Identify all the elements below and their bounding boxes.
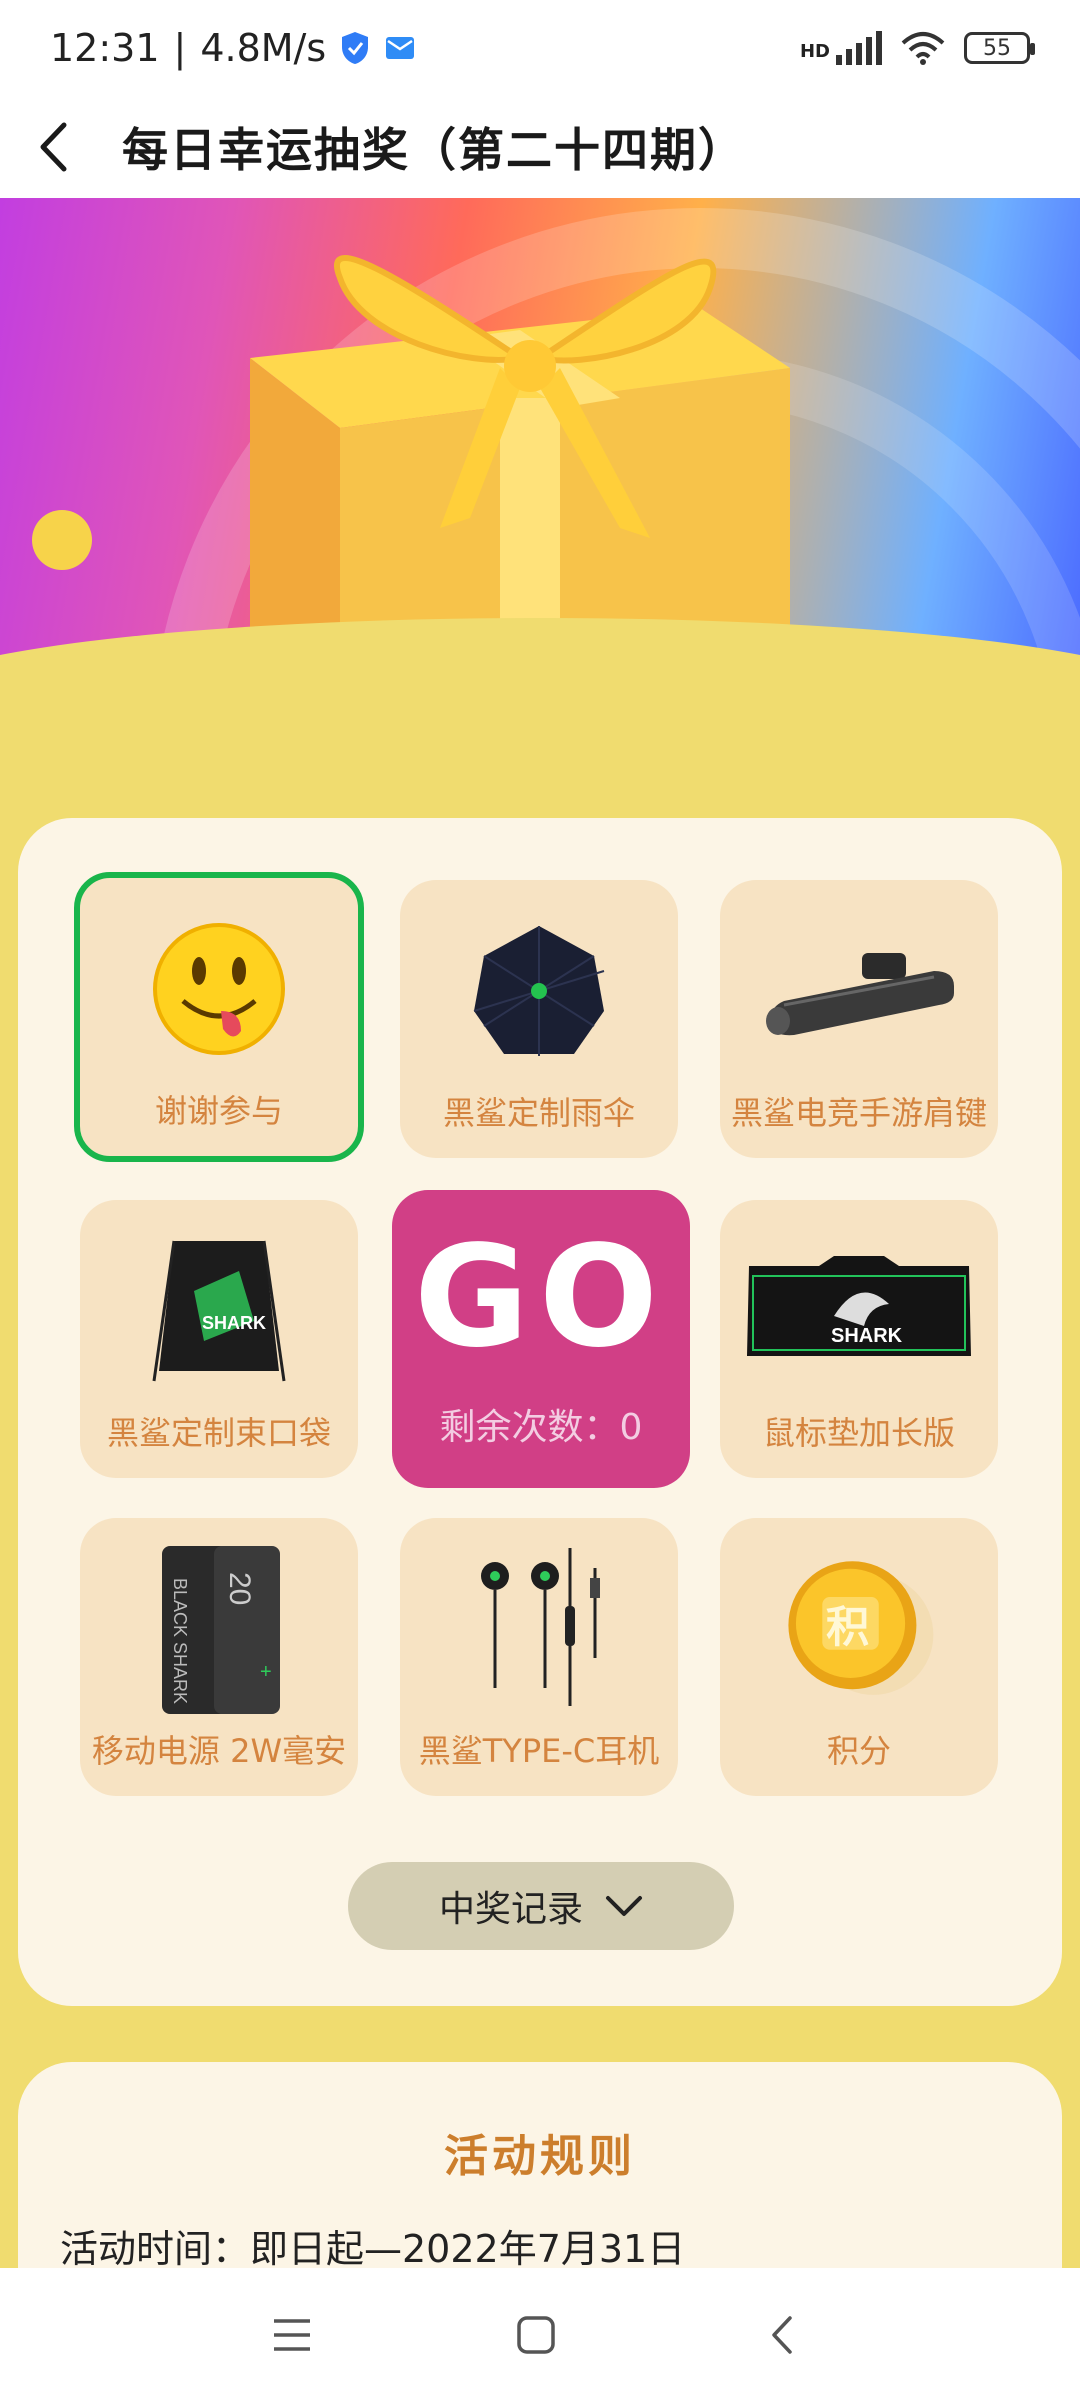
prize-cell-mouse-pad[interactable]: SHARK 鼠标垫加长版 bbox=[720, 1200, 998, 1478]
status-time: 12:31 bbox=[50, 26, 160, 70]
svg-text:BLACK SHARK: BLACK SHARK bbox=[170, 1578, 190, 1704]
prize-cell-power-bank[interactable]: BLACK SHARK 20 + 移动电源 2W毫安 bbox=[80, 1518, 358, 1796]
status-bar: 12:31 | 4.8M/s HD 55 bbox=[0, 0, 1080, 96]
points-coin-icon: 积 bbox=[779, 1554, 939, 1704]
earphones-icon bbox=[459, 1538, 619, 1718]
back-triangle-icon bbox=[772, 2316, 792, 2354]
prize-label: 黑鲨定制束口袋 bbox=[106, 1414, 331, 1452]
prize-cell-umbrella[interactable]: 黑鲨定制雨伞 bbox=[400, 880, 678, 1158]
win-record-label: 中奖记录 bbox=[438, 1889, 583, 1930]
status-divider: | bbox=[173, 26, 187, 70]
chevron-down-icon bbox=[606, 1896, 642, 1916]
mouse-pad-icon: SHARK bbox=[739, 1236, 979, 1386]
go-button[interactable]: GO 剩余次数：0 bbox=[392, 1190, 690, 1488]
nav-back-button[interactable] bbox=[752, 2308, 812, 2362]
gift-banner bbox=[0, 198, 1080, 718]
power-bank-icon: BLACK SHARK 20 + bbox=[139, 1538, 299, 1718]
nav-menu-button[interactable] bbox=[262, 2308, 322, 2362]
rules-title: 活动规则 bbox=[444, 2131, 636, 2182]
go-label: GO bbox=[414, 1216, 668, 1379]
prize-label: 鼠标垫加长版 bbox=[762, 1414, 955, 1452]
prize-panel: 谢谢参与 黑鲨定制雨伞 黑鲨电竞手游肩键 SHARK 黑鲨定制束口袋 GO 剩余… bbox=[18, 818, 1062, 2006]
title-bar: 每日幸运抽奖（第二十四期） bbox=[0, 96, 1080, 198]
shoulder-trigger-icon bbox=[754, 916, 964, 1066]
prize-cell-drawstring-bag[interactable]: SHARK 黑鲨定制束口袋 bbox=[80, 1200, 358, 1478]
mail-icon bbox=[386, 37, 415, 59]
nav-home-button[interactable] bbox=[506, 2308, 566, 2362]
svg-text:积: 积 bbox=[826, 1603, 869, 1653]
prize-cell-points[interactable]: 积 积分 bbox=[720, 1518, 998, 1796]
battery-level: 55 bbox=[983, 35, 1011, 61]
win-record-button[interactable]: 中奖记录 bbox=[348, 1862, 734, 1950]
chevron-left-icon bbox=[40, 122, 67, 172]
prize-label: 黑鲨TYPE-C耳机 bbox=[418, 1732, 660, 1770]
svg-text:SHARK: SHARK bbox=[831, 1325, 903, 1347]
prize-label: 积分 bbox=[826, 1732, 891, 1770]
prize-label: 黑鲨电竞手游肩键 bbox=[730, 1094, 987, 1132]
page-title: 每日幸运抽奖（第二十四期） bbox=[122, 123, 746, 177]
drawstring-bag-icon: SHARK bbox=[139, 1236, 299, 1386]
shield-icon bbox=[342, 32, 369, 64]
prize-label: 谢谢参与 bbox=[154, 1092, 283, 1130]
remaining-count: 剩余次数：0 bbox=[439, 1407, 643, 1448]
home-square-icon bbox=[517, 2316, 555, 2354]
banner-curve bbox=[0, 618, 1080, 718]
prize-label: 移动电源 2W毫安 bbox=[91, 1732, 347, 1770]
status-speed: 4.8M/s bbox=[200, 26, 327, 70]
menu-icon bbox=[274, 2319, 310, 2351]
prize-cell-shoulder-trigger[interactable]: 黑鲨电竞手游肩键 bbox=[720, 880, 998, 1158]
umbrella-icon bbox=[459, 916, 619, 1066]
smiley-tongue-icon bbox=[139, 914, 299, 1064]
signal-icon bbox=[836, 31, 882, 65]
svg-text:+: + bbox=[260, 1661, 272, 1683]
prize-label: 黑鲨定制雨伞 bbox=[442, 1094, 635, 1132]
wifi-icon bbox=[901, 32, 945, 65]
svg-text:SHARK: SHARK bbox=[202, 1313, 266, 1333]
svg-text:20: 20 bbox=[223, 1572, 256, 1605]
system-nav-bar bbox=[0, 2268, 1080, 2400]
network-badge: HD bbox=[799, 41, 830, 62]
activity-time: 活动时间：即日起—2022年7月31日 bbox=[60, 2227, 686, 2271]
prize-cell-thanks[interactable]: 谢谢参与 bbox=[74, 872, 364, 1162]
battery-indicator: 55 bbox=[964, 32, 1035, 64]
back-button[interactable] bbox=[38, 117, 82, 177]
prize-cell-earphones[interactable]: 黑鲨TYPE-C耳机 bbox=[400, 1518, 678, 1796]
